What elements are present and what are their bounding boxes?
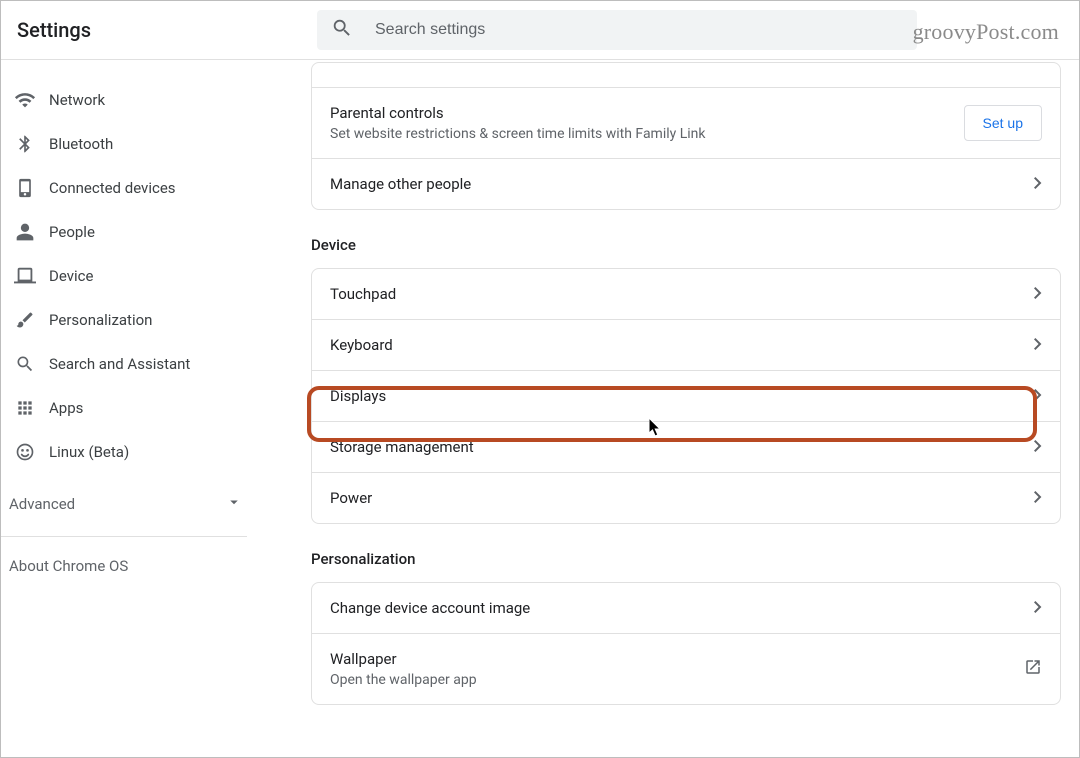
chevron-right-icon: [1028, 440, 1042, 454]
row-title: Touchpad: [330, 285, 396, 303]
setup-button[interactable]: Set up: [964, 105, 1042, 141]
laptop-icon: [13, 264, 37, 288]
brush-icon: [13, 308, 37, 332]
chevron-right-icon: [1028, 338, 1042, 352]
row-displays[interactable]: Displays: [312, 370, 1060, 421]
personalization-card: Change device account image Wallpaper Op…: [311, 582, 1061, 705]
section-personalization-title: Personalization: [311, 550, 1061, 568]
row-title: Manage other people: [330, 175, 471, 193]
section-device-title: Device: [311, 236, 1061, 254]
row-title: Wallpaper: [330, 650, 477, 668]
page-title: Settings: [17, 18, 297, 42]
content: Sign in automatically Parental controls …: [255, 60, 1079, 758]
linux-icon: [13, 440, 37, 464]
row-parental-controls: Parental controls Set website restrictio…: [312, 87, 1060, 158]
row-storage[interactable]: Storage management: [312, 421, 1060, 472]
row-title: Displays: [330, 387, 386, 405]
sidebar-item-label: Connected devices: [49, 179, 176, 197]
sidebar-item-label: Bluetooth: [49, 135, 113, 153]
advanced-label: Advanced: [9, 495, 75, 513]
row-title: Power: [330, 489, 372, 507]
chevron-right-icon: [1028, 287, 1042, 301]
sidebar-item-connected-devices[interactable]: Connected devices: [1, 166, 255, 210]
phone-icon: [13, 176, 37, 200]
row-manage-people[interactable]: Manage other people: [312, 158, 1060, 209]
sidebar-item-label: Linux (Beta): [49, 443, 129, 461]
apps-icon: [13, 396, 37, 420]
search-input[interactable]: [375, 21, 903, 39]
wifi-icon: [13, 88, 37, 112]
row-keyboard[interactable]: Keyboard: [312, 319, 1060, 370]
row-title: Storage management: [330, 438, 474, 456]
row-title: Keyboard: [330, 336, 393, 354]
row-subtitle: Set website restrictions & screen time l…: [330, 126, 706, 142]
sidebar-item-personalization[interactable]: Personalization: [1, 298, 255, 342]
watermark: groovyPost.com: [913, 19, 1059, 45]
chevron-right-icon: [1028, 177, 1042, 191]
chevron-down-icon: [225, 493, 243, 515]
row-touchpad[interactable]: Touchpad: [312, 269, 1060, 319]
sidebar-item-search-assistant[interactable]: Search and Assistant: [1, 342, 255, 386]
sidebar-item-linux[interactable]: Linux (Beta): [1, 430, 255, 474]
sidebar-item-people[interactable]: People: [1, 210, 255, 254]
chevron-right-icon: [1028, 601, 1042, 615]
chevron-right-icon: [1028, 491, 1042, 505]
sidebar-item-apps[interactable]: Apps: [1, 386, 255, 430]
sidebar-item-device[interactable]: Device: [1, 254, 255, 298]
row-title: Change device account image: [330, 599, 530, 617]
chevron-right-icon: [1028, 389, 1042, 403]
search-bar[interactable]: [317, 10, 917, 50]
row-wallpaper[interactable]: Wallpaper Open the wallpaper app: [312, 633, 1060, 704]
search-icon: [13, 352, 37, 376]
row-account-image[interactable]: Change device account image: [312, 583, 1060, 633]
sidebar-item-network[interactable]: Network: [1, 78, 255, 122]
sidebar-item-label: Personalization: [49, 311, 152, 329]
row-subtitle: Open the wallpaper app: [330, 672, 477, 688]
bluetooth-icon: [13, 132, 37, 156]
device-card: Touchpad Keyboard Displays Storage manag…: [311, 268, 1061, 524]
row-sign-in-auto[interactable]: Sign in automatically: [312, 63, 1060, 87]
sidebar: Network Bluetooth Connected devices: [1, 60, 255, 758]
sidebar-item-label: Apps: [49, 399, 83, 417]
search-icon: [331, 17, 353, 43]
person-icon: [13, 220, 37, 244]
sidebar-item-bluetooth[interactable]: Bluetooth: [1, 122, 255, 166]
sidebar-item-label: Device: [49, 267, 93, 285]
sidebar-advanced[interactable]: Advanced: [1, 486, 255, 530]
sidebar-item-label: Search and Assistant: [49, 355, 190, 373]
divider: [1, 536, 247, 537]
row-power[interactable]: Power: [312, 472, 1060, 523]
people-card: Sign in automatically Parental controls …: [311, 62, 1061, 210]
row-title: Parental controls: [330, 104, 706, 122]
sidebar-item-label: Network: [49, 91, 105, 109]
external-link-icon: [1024, 658, 1042, 680]
sidebar-item-label: People: [49, 223, 95, 241]
sidebar-about[interactable]: About Chrome OS: [1, 547, 255, 585]
